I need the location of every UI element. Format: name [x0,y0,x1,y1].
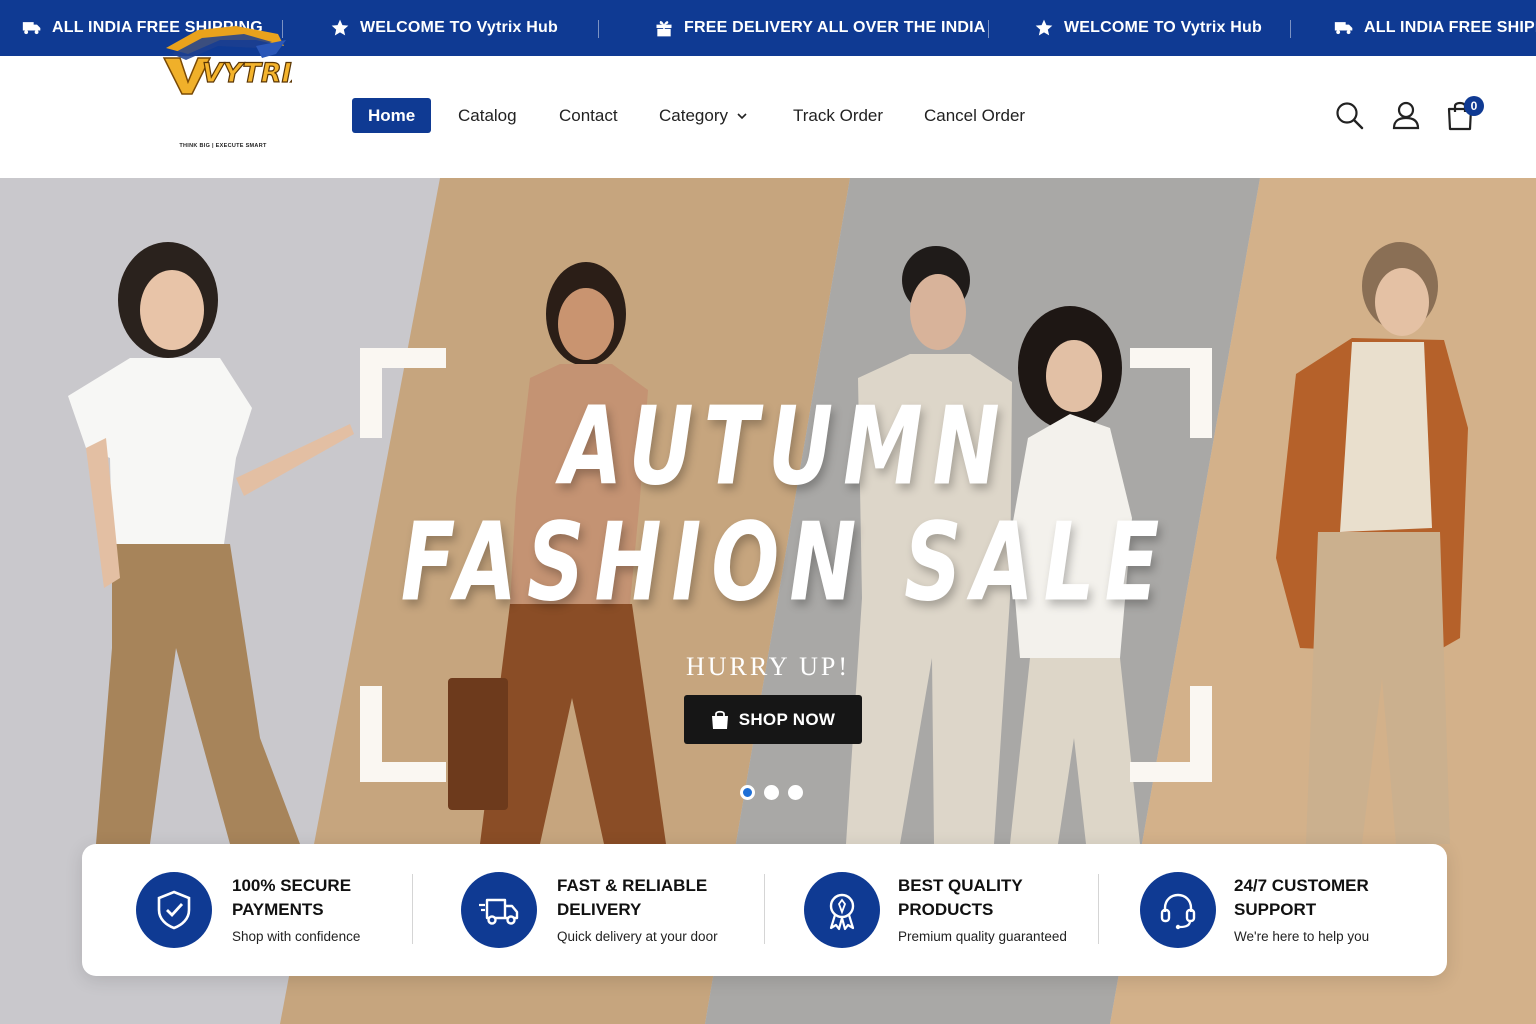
nav-category[interactable]: Category [659,98,748,133]
user-icon[interactable] [1390,98,1422,132]
feature-fast-delivery: FAST & RELIABLE DELIVERY Quick delivery a… [412,844,764,976]
nav-track-order[interactable]: Track Order [793,98,883,133]
announcement-item: ALL INDIA FREE SHIPPIN [1334,0,1536,56]
feature-title: PAYMENTS [232,900,324,919]
hero-title-line2: FASHION SALE [400,499,1170,626]
delivery-truck-icon [479,898,519,925]
feature-customer-support: 24/7 CUSTOMER SUPPORT We're here to help … [1098,844,1447,976]
feature-secure-payments: 100% SECURE PAYMENTS Shop with confidence [82,844,412,976]
announcement-item: WELCOME TO Vytrix Hub [330,0,558,56]
feature-title: FAST & RELIABLE [557,876,708,895]
frame-corner-bottom-left [360,686,446,782]
logo-wordmark: VYTRIX [202,58,292,89]
shopping-bag-icon [711,710,728,729]
announcement-text: ALL INDIA FREE SHIPPIN [1364,19,1536,36]
truck-icon [1334,22,1353,35]
announcement-item: FREE DELIVERY ALL OVER THE INDIA [654,0,986,56]
features-strip: 100% SECURE PAYMENTS Shop with confidence… [82,844,1447,976]
feature-title: BEST QUALITY [898,876,1023,895]
nav-cancel-order[interactable]: Cancel Order [924,98,1025,133]
shield-check-icon [157,890,191,930]
hero-title-line1: AUTUMN [560,383,1010,510]
feature-title: DELIVERY [557,900,642,919]
search-icon[interactable] [1334,98,1366,132]
feature-subtitle: Quick delivery at your door [557,929,718,944]
nav-contact[interactable]: Contact [559,98,618,133]
nav-catalog[interactable]: Catalog [458,98,517,133]
brand-tagline: THINK BIG | EXECUTE SMART [179,143,267,149]
announcement-text: WELCOME TO Vytrix Hub [360,19,558,36]
announcement-item: WELCOME TO Vytrix Hub [1034,0,1262,56]
nav-category-label: Category [659,105,728,125]
feature-subtitle: We're here to help you [1234,929,1370,944]
star-icon [331,19,349,36]
cart-count-badge: 0 [1464,96,1484,116]
gift-icon [656,20,672,37]
slider-dot-2[interactable] [764,785,779,800]
announcement-text: FREE DELIVERY ALL OVER THE INDIA [684,19,986,36]
brand-logo[interactable]: VYTRIX [158,20,292,100]
feature-subtitle: Shop with confidence [232,929,361,944]
frame-corner-bottom-right [1130,686,1212,782]
announcement-divider [1290,20,1291,38]
announcement-text: WELCOME TO Vytrix Hub [1064,19,1262,36]
shop-now-button[interactable]: SHOP NOW [684,695,862,744]
feature-title: 24/7 CUSTOMER [1234,876,1369,895]
hero-subtitle: HURRY UP! [685,652,850,681]
headset-icon [1160,893,1196,930]
slider-dot-1[interactable] [740,785,755,800]
truck-icon [22,22,41,35]
slider-dot-3[interactable] [788,785,803,800]
announcement-divider [988,20,989,38]
shop-now-label: SHOP NOW [738,709,836,729]
feature-title: PRODUCTS [898,900,994,919]
feature-title: 100% SECURE [232,876,352,895]
feature-title: SUPPORT [1234,900,1317,919]
star-icon [1035,19,1053,36]
feature-subtitle: Premium quality guaranteed [898,929,1067,944]
nav-home[interactable]: Home [352,98,432,133]
chevron-down-icon [737,112,747,119]
feature-best-quality: BEST QUALITY PRODUCTS Premium quality gua… [764,844,1098,976]
award-badge-icon [829,893,855,931]
announcement-divider [598,20,599,38]
